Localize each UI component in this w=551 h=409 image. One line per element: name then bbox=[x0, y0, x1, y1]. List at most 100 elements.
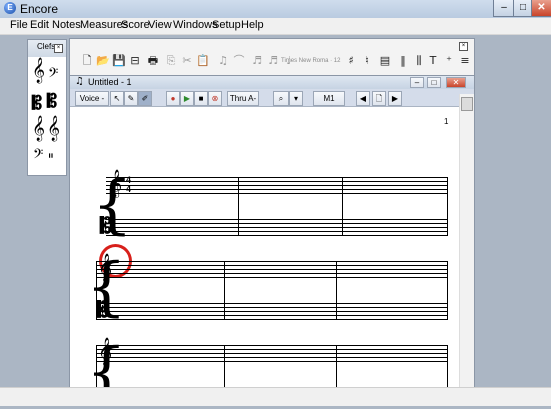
tie-icon[interactable]: ♫ bbox=[216, 54, 230, 68]
treble-clef-icon: 𝄞 bbox=[108, 169, 123, 197]
bass-clef-2-icon[interactable]: 𝄢 bbox=[33, 148, 43, 164]
score-titlebar[interactable]: ♫ Untitled - 1 – □ ✕ bbox=[70, 76, 474, 89]
play-icon[interactable]: ▶ bbox=[180, 91, 194, 106]
score-maximize-button[interactable]: □ bbox=[427, 77, 441, 88]
measure-icon[interactable]: ▤ bbox=[378, 54, 392, 68]
tenor-clef-icon[interactable]: 𝄡 bbox=[47, 93, 57, 111]
mute-icon[interactable]: ⊗ bbox=[208, 91, 222, 106]
new-document-icon[interactable]: 🗋 bbox=[80, 54, 94, 68]
treble-clef-icon[interactable]: 𝄞 bbox=[32, 60, 45, 82]
barline bbox=[447, 177, 448, 236]
zoom-dropdown-icon[interactable]: ▾ bbox=[289, 91, 303, 106]
palette-close-icon[interactable]: × bbox=[459, 42, 468, 51]
thru-dropdown[interactable]: Thru A- bbox=[227, 91, 259, 106]
menu-help[interactable]: Help bbox=[241, 19, 264, 31]
open-folder-icon[interactable]: 📂 bbox=[96, 54, 110, 68]
menubar: File Edit Notes Measures Score View Wind… bbox=[0, 18, 551, 35]
print-icon[interactable]: 🖶 bbox=[146, 54, 160, 68]
clefs-palette: Clefs × 𝄞 𝄢 𝄡 𝄡 𝄞 𝄞 𝄢 𝄥 bbox=[27, 39, 67, 176]
paste-icon[interactable]: 📋 bbox=[196, 54, 210, 68]
close-button[interactable]: ✕ bbox=[531, 0, 551, 17]
bass-clef-icon[interactable]: 𝄢 bbox=[48, 67, 58, 83]
eraser-icon[interactable]: ✎ bbox=[124, 91, 138, 106]
transpose-icon[interactable]: ♮ bbox=[360, 54, 374, 68]
alto-clef-icon: 𝄡 bbox=[100, 214, 112, 238]
menu-notes[interactable]: Notes bbox=[52, 19, 81, 31]
barline bbox=[224, 345, 225, 388]
staff-list-icon[interactable]: ≡ bbox=[458, 54, 472, 68]
page-icon[interactable]: 🗋 bbox=[372, 91, 386, 106]
window-title: Encore bbox=[20, 2, 59, 16]
prev-page-icon[interactable]: ◀ bbox=[356, 91, 370, 106]
alto-clef-icon: 𝄡 bbox=[97, 298, 109, 322]
vertical-scrollbar[interactable] bbox=[459, 94, 474, 387]
menu-setup[interactable]: Setup bbox=[212, 19, 241, 31]
score-minimize-button[interactable]: – bbox=[410, 77, 424, 88]
beam-flat-icon[interactable]: ♬ bbox=[266, 54, 280, 68]
barline bbox=[96, 345, 97, 388]
app-icon: E bbox=[4, 2, 16, 14]
pencil-icon[interactable]: ✐ bbox=[138, 91, 152, 106]
minimize-button[interactable]: – bbox=[493, 0, 515, 17]
staff-treble-2[interactable]: 𝄞 bbox=[96, 255, 448, 279]
barline bbox=[336, 261, 337, 320]
text-icon[interactable]: T bbox=[426, 54, 440, 68]
barline-icon[interactable]: ‖ bbox=[396, 54, 410, 68]
time-sig-bottom: 4 bbox=[126, 184, 132, 194]
staff-treble-3[interactable]: 𝄞 bbox=[96, 339, 448, 363]
menu-edit[interactable]: Edit bbox=[30, 19, 49, 31]
maximize-button[interactable]: □ bbox=[513, 0, 533, 17]
lyrics-icon[interactable]: ⁺ bbox=[442, 54, 456, 68]
barline bbox=[238, 177, 239, 236]
menu-score[interactable]: Score bbox=[121, 19, 150, 31]
status-bar bbox=[0, 387, 551, 406]
score-close-button[interactable]: ✕ bbox=[446, 77, 466, 88]
music-note-icon: ♫ bbox=[75, 76, 84, 87]
record-icon[interactable]: ● bbox=[166, 91, 180, 106]
barline bbox=[336, 345, 337, 388]
zoom-icon[interactable]: ⌕ bbox=[273, 91, 289, 106]
font-label: Times New Roma · 12 bbox=[281, 58, 341, 64]
score-window: ♫ Untitled - 1 – □ ✕ Voice - ↖ ✎ ✐ ● ▶ ■… bbox=[69, 75, 475, 404]
cut-icon[interactable]: ✂ bbox=[180, 54, 194, 68]
page-number: 1 bbox=[444, 117, 449, 126]
tool-palette: × 🗋 📂 💾 ⊟ 🖶 ⎘ ✂ 📋 ♫ ⌒ ♬ ♬ ♩ ♯ ♮ ▤ ‖ ⫼ T ⁺ ≡ Times New Roma ·… bbox=[69, 38, 475, 76]
save-icon[interactable]: 💾 bbox=[112, 54, 126, 68]
stop-icon[interactable]: ■ bbox=[194, 91, 208, 106]
menu-view[interactable]: View bbox=[148, 19, 172, 31]
alto-clef-icon[interactable]: 𝄡 bbox=[32, 95, 42, 113]
pointer-icon[interactable]: ↖ bbox=[110, 91, 124, 106]
measure-indicator: M1 bbox=[313, 91, 345, 106]
barline bbox=[224, 261, 225, 320]
copy-icon[interactable]: ⎘ bbox=[164, 54, 178, 68]
window-titlebar[interactable]: E Encore – □ ✕ bbox=[0, 0, 551, 19]
staff-alto-1[interactable]: 𝄡 bbox=[100, 216, 448, 237]
menu-windows[interactable]: Windows bbox=[173, 19, 218, 31]
beam-icon[interactable]: ♬ bbox=[250, 54, 264, 68]
score-title: Untitled - 1 bbox=[88, 77, 132, 87]
treble-clef-icon: 𝄞 bbox=[98, 253, 113, 281]
treble-8vb-clef-icon[interactable]: 𝄞 bbox=[32, 118, 45, 140]
menu-file[interactable]: File bbox=[10, 19, 28, 31]
treble-8va-clef-icon[interactable]: 𝄞 bbox=[47, 118, 60, 140]
slur-icon[interactable]: ⌒ bbox=[232, 54, 246, 68]
percussion-clef-icon[interactable]: 𝄥 bbox=[49, 150, 53, 162]
score-toolbar: Voice - ↖ ✎ ✐ ● ▶ ■ ⊗ Thru A- ⌕ ▾ M1 ◀ 🗋… bbox=[70, 89, 474, 107]
staff-alto-2[interactable]: 𝄡 bbox=[96, 298, 448, 322]
next-page-icon[interactable]: ▶ bbox=[388, 91, 402, 106]
voice-dropdown[interactable]: Voice - bbox=[75, 91, 109, 106]
barline bbox=[447, 345, 448, 388]
barline bbox=[342, 177, 343, 236]
insert-page-icon[interactable]: ⊟ bbox=[128, 54, 142, 68]
barline bbox=[447, 261, 448, 320]
treble-clef-icon: 𝄞 bbox=[98, 337, 113, 365]
scrollbar-thumb[interactable] bbox=[461, 97, 473, 111]
palette-close-icon[interactable]: × bbox=[54, 44, 63, 53]
chord-icon[interactable]: ♯ bbox=[344, 54, 358, 68]
score-page[interactable]: 1 { 𝄞 4 4 𝄡 { 𝄞 𝄡 {𝄞 bbox=[70, 107, 459, 404]
barline bbox=[96, 261, 97, 320]
clefs-palette-title: Clefs bbox=[37, 42, 56, 51]
clefs-palette-header[interactable]: Clefs × bbox=[28, 40, 66, 57]
spacer-icon[interactable]: ⫼ bbox=[412, 54, 426, 68]
staff-treble-1[interactable]: 𝄞 4 4 bbox=[106, 171, 448, 195]
